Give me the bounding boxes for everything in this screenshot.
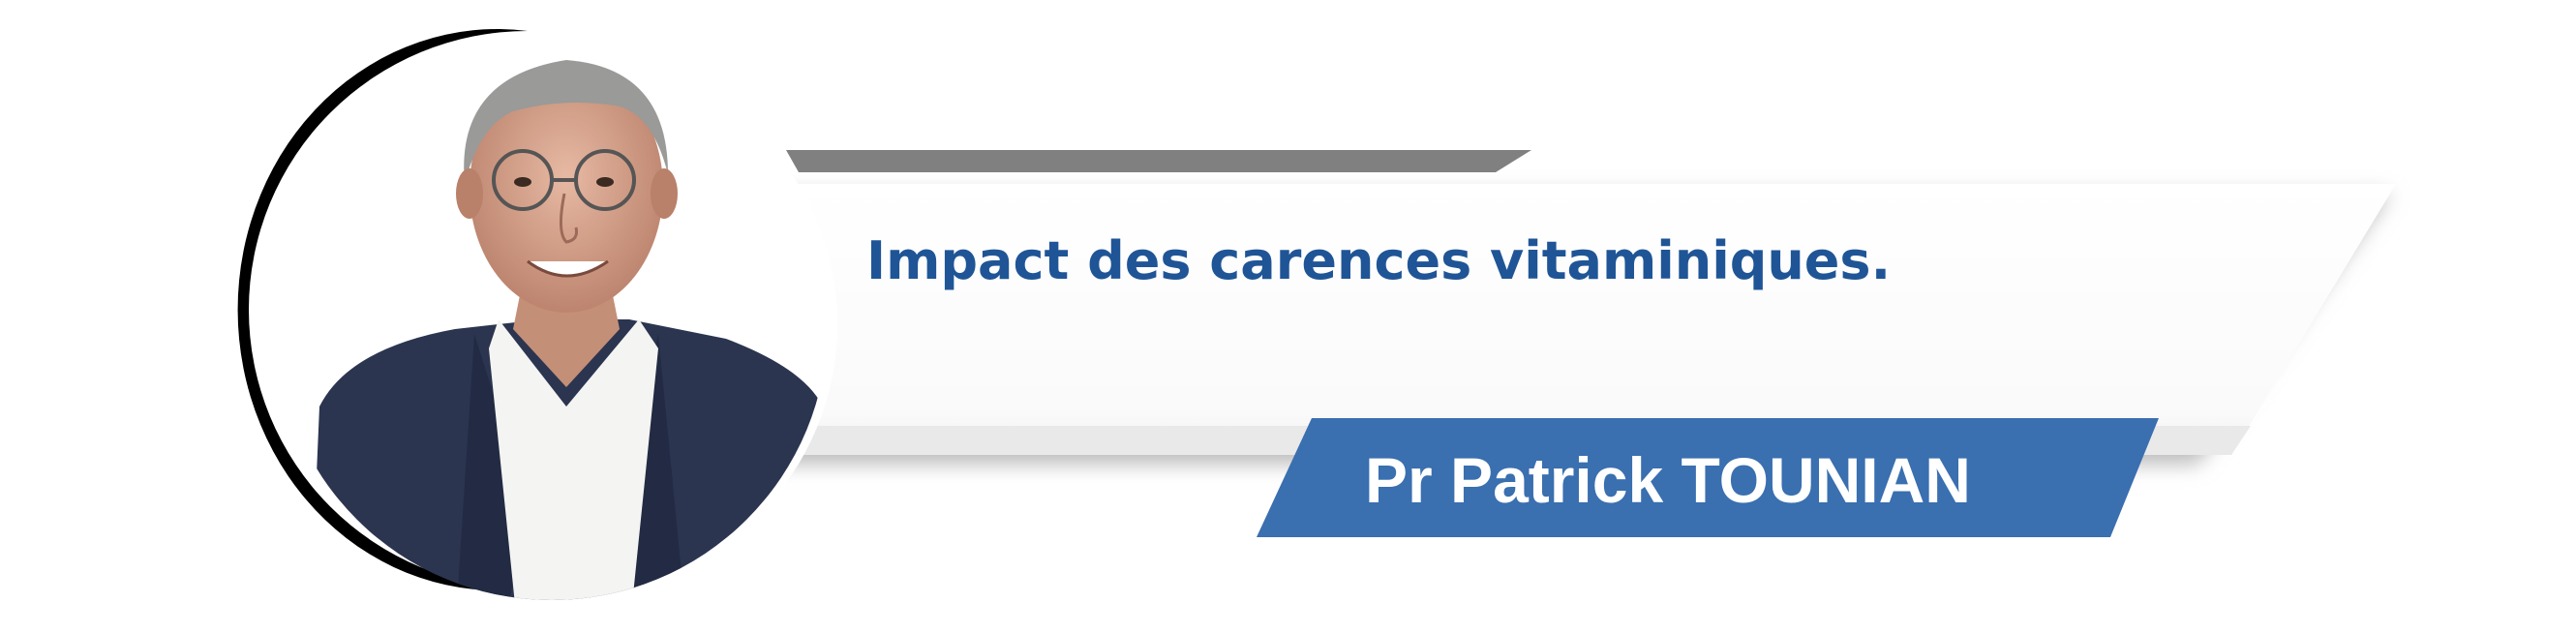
top-accent-bar — [786, 150, 1531, 172]
banner-graphics — [237, 28, 2396, 600]
talk-title: Impact des carences vitaminiques. — [866, 230, 1892, 291]
speaker-banner: Impact des carences vitaminiques. Pr Pat… — [0, 0, 2576, 633]
title-panel — [765, 184, 2396, 455]
speaker-name: Pr Patrick TOUNIAN — [1365, 444, 1971, 516]
